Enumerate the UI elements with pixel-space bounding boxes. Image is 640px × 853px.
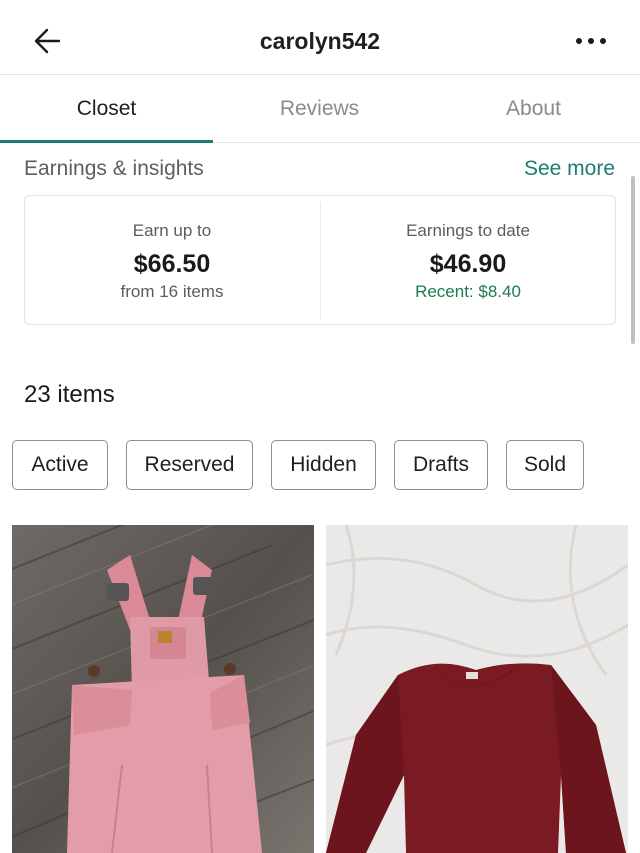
tab-label: Closet	[76, 97, 137, 120]
items-count: 23 items	[24, 381, 115, 408]
filter-drafts[interactable]: Drafts	[394, 440, 488, 490]
filter-label: Active	[31, 453, 89, 476]
earnings-to-date-panel: Earnings to date $46.90 Recent: $8.40	[321, 196, 615, 326]
insights-title: Earnings & insights	[24, 157, 204, 180]
earn-up-to-amount: $66.50	[133, 250, 211, 278]
filter-reserved[interactable]: Reserved	[126, 440, 253, 490]
active-tab-indicator	[0, 140, 213, 143]
recent-earnings: Recent: $8.40	[415, 282, 521, 301]
product-image	[12, 525, 314, 853]
tab-closet[interactable]: Closet	[0, 75, 213, 143]
earnings-card: Earn up to $66.50 from 16 items Earnings…	[24, 195, 616, 325]
filter-active[interactable]: Active	[12, 440, 108, 490]
app-header: carolyn542	[0, 0, 640, 75]
product-card[interactable]	[326, 525, 628, 853]
earnings-to-date-label: Earnings to date	[406, 221, 530, 240]
filter-sold[interactable]: Sold	[506, 440, 584, 490]
tab-reviews[interactable]: Reviews	[213, 75, 426, 143]
filter-label: Hidden	[290, 453, 357, 476]
tab-label: Reviews	[279, 97, 360, 120]
earn-up-to-sub: from 16 items	[120, 282, 224, 301]
see-more-link[interactable]: See more	[524, 157, 615, 181]
profile-tabs: Closet Reviews About	[0, 75, 640, 143]
product-card[interactable]	[12, 525, 314, 853]
tab-about[interactable]: About	[427, 75, 640, 143]
more-options-button[interactable]	[574, 30, 610, 52]
more-horizontal-icon	[576, 38, 606, 44]
tab-label: About	[506, 97, 561, 120]
earn-up-to-panel: Earn up to $66.50 from 16 items	[25, 196, 319, 326]
filter-label: Reserved	[144, 453, 235, 476]
earnings-to-date-amount: $46.90	[429, 250, 507, 278]
page-title: carolyn542	[259, 28, 381, 54]
scrollbar[interactable]	[631, 176, 635, 344]
filter-hidden[interactable]: Hidden	[271, 440, 376, 490]
product-image	[326, 525, 628, 853]
filter-label: Drafts	[412, 453, 469, 476]
filter-label: Sold	[523, 453, 567, 476]
earn-up-to-label: Earn up to	[132, 221, 212, 240]
